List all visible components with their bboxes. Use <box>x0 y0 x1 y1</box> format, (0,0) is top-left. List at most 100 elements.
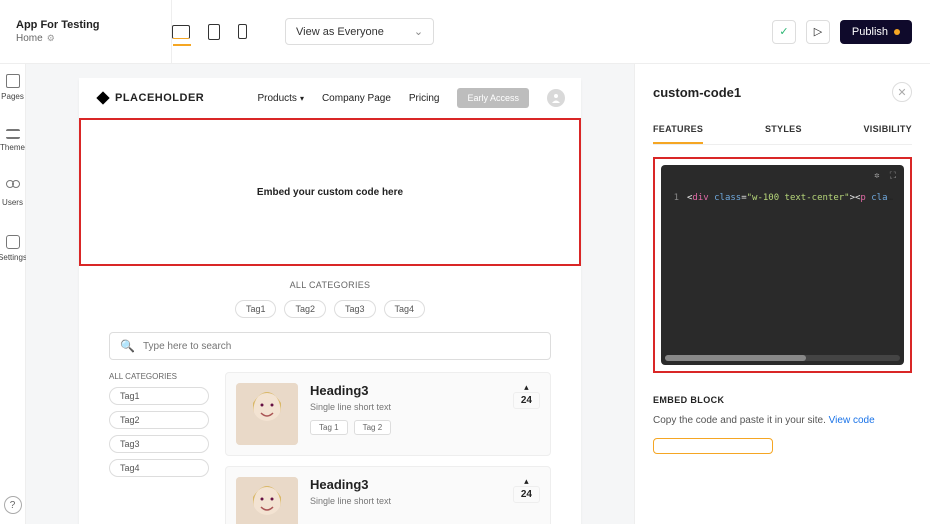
close-panel-button[interactable]: ✕ <box>892 82 912 102</box>
code-token: div <box>692 193 708 203</box>
theme-icon <box>6 129 20 139</box>
expand-icon[interactable]: ⛶ <box>890 171 896 181</box>
tag-pill[interactable]: Tag3 <box>334 300 376 318</box>
logo-icon <box>95 90 111 106</box>
card-tag[interactable]: Tag 2 <box>354 420 392 435</box>
site-preview: PLACEHOLDER Products▾ Company Page Prici… <box>79 78 581 524</box>
status-check-icon[interactable]: ✓ <box>772 20 796 44</box>
embed-placeholder-text: Embed your custom code here <box>257 187 403 198</box>
tag-pill[interactable]: Tag1 <box>235 300 277 318</box>
card-image <box>236 477 298 524</box>
device-desktop-icon[interactable] <box>172 25 190 39</box>
custom-code-block[interactable]: Embed your custom code here <box>79 118 581 266</box>
view-as-dropdown[interactable]: View as Everyone ⌄ <box>285 18 434 45</box>
device-tablet-icon[interactable] <box>208 24 220 40</box>
help-button[interactable]: ? <box>4 496 22 514</box>
panel-tabs: FEATURES STYLES VISIBILITY <box>653 124 912 145</box>
tag-pill[interactable]: Tag4 <box>384 300 426 318</box>
facets-label: ALL CATEGORIES <box>109 372 209 381</box>
sidebar-label: Users <box>2 198 23 207</box>
theme-toggle-icon[interactable]: ✲ <box>874 171 879 181</box>
gear-icon[interactable]: ⚙ <box>47 33 55 44</box>
sidebar-item-users[interactable]: Users <box>0 170 25 225</box>
publish-label: Publish <box>852 26 888 38</box>
facet-pill[interactable]: Tag4 <box>109 459 209 477</box>
sidebar-label: Pages <box>1 92 24 101</box>
avatar-icon[interactable] <box>547 89 565 107</box>
tab-features[interactable]: FEATURES <box>653 124 703 144</box>
pages-icon <box>6 74 20 88</box>
chevron-down-icon: ⌄ <box>414 25 423 38</box>
facet-pill[interactable]: Tag2 <box>109 411 209 429</box>
caret-up-icon[interactable]: ▴ <box>513 477 540 486</box>
site-header: PLACEHOLDER Products▾ Company Page Prici… <box>79 78 581 118</box>
nav-pricing[interactable]: Pricing <box>409 93 440 104</box>
embed-block-label: EMBED BLOCK <box>653 395 912 405</box>
count-value: 24 <box>513 392 540 409</box>
logo-text: PLACEHOLDER <box>115 92 204 104</box>
search-input-wrap[interactable]: 🔍 <box>109 332 551 360</box>
app-home[interactable]: Home ⚙ <box>16 33 161 44</box>
tab-styles[interactable]: STYLES <box>765 124 802 144</box>
publish-dot-icon <box>894 29 900 35</box>
result-card[interactable]: Heading3 Single line short text ▴ 24 <box>225 466 551 524</box>
sidebar-item-settings[interactable]: Settings <box>0 225 25 280</box>
device-switcher: View as Everyone ⌄ <box>172 18 772 45</box>
search-icon: 🔍 <box>120 339 135 353</box>
settings-icon <box>6 235 20 249</box>
sidebar-label: Settings <box>0 253 27 262</box>
code-line: 1<div class="w-100 text-center"><p class… <box>667 193 898 203</box>
close-icon: ✕ <box>897 86 906 99</box>
action-button-outline[interactable] <box>653 438 773 454</box>
editor-scrollbar[interactable] <box>665 355 900 361</box>
tag-pill[interactable]: Tag2 <box>284 300 326 318</box>
editor-canvas: PLACEHOLDER Products▾ Company Page Prici… <box>26 64 634 524</box>
nav-early-access[interactable]: Early Access <box>457 88 529 108</box>
facet-pill[interactable]: Tag1 <box>109 387 209 405</box>
code-token: class <box>714 193 741 203</box>
result-card[interactable]: Heading3 Single line short text Tag 1 Ta… <box>225 372 551 456</box>
tab-visibility[interactable]: VISIBILITY <box>863 124 912 144</box>
caret-down-icon: ▾ <box>300 94 304 103</box>
view-code-link[interactable]: View code <box>829 415 875 426</box>
count-value: 24 <box>513 486 540 503</box>
device-phone-icon[interactable] <box>238 24 247 39</box>
sidebar-item-pages[interactable]: Pages <box>0 64 25 119</box>
tag-filter-row: Tag1 Tag2 Tag3 Tag4 <box>109 300 551 318</box>
sidebar-label: Theme <box>0 143 25 152</box>
facet-pill[interactable]: Tag3 <box>109 435 209 453</box>
search-input[interactable] <box>143 341 540 352</box>
inspector-panel: custom-code1 ✕ FEATURES STYLES VISIBILIT… <box>634 64 930 524</box>
left-sidebar: Pages Theme Users Settings ? <box>0 64 26 524</box>
embed-description: Copy the code and paste it in your site.… <box>653 415 912 426</box>
scrollbar-thumb[interactable] <box>665 355 806 361</box>
caret-up-icon[interactable]: ▴ <box>513 383 540 392</box>
home-label: Home <box>16 33 43 44</box>
code-token: class <box>871 193 898 203</box>
app-title: App For Testing <box>16 19 161 31</box>
play-preview-icon[interactable]: ▷ <box>806 20 830 44</box>
code-token: "w-100 text-center" <box>747 193 850 203</box>
sidebar-item-theme[interactable]: Theme <box>0 119 25 170</box>
card-subtitle: Single line short text <box>310 496 391 506</box>
card-heading: Heading3 <box>310 383 391 398</box>
embed-desc-text: Copy the code and paste it in your site. <box>653 415 829 426</box>
card-count: ▴ 24 <box>513 383 540 409</box>
card-image <box>236 383 298 445</box>
nav-products[interactable]: Products▾ <box>257 93 303 104</box>
card-tag[interactable]: Tag 1 <box>310 420 348 435</box>
users-icon <box>6 180 20 194</box>
card-count: ▴ 24 <box>513 477 540 503</box>
view-as-label: View as Everyone <box>296 26 384 38</box>
person-icon <box>551 93 561 103</box>
publish-button[interactable]: Publish <box>840 20 912 44</box>
site-logo[interactable]: PLACEHOLDER <box>95 90 204 106</box>
code-token: p <box>860 193 865 203</box>
code-editor-highlight: ✲ ⛶ 1<div class="w-100 text-center"><p c… <box>653 157 912 373</box>
code-editor[interactable]: ✲ ⛶ 1<div class="w-100 text-center"><p c… <box>661 165 904 365</box>
app-info: App For Testing Home ⚙ <box>0 0 172 63</box>
card-subtitle: Single line short text <box>310 402 391 412</box>
nav-company[interactable]: Company Page <box>322 93 391 104</box>
line-number: 1 <box>667 193 679 203</box>
all-categories-label: ALL CATEGORIES <box>109 280 551 290</box>
